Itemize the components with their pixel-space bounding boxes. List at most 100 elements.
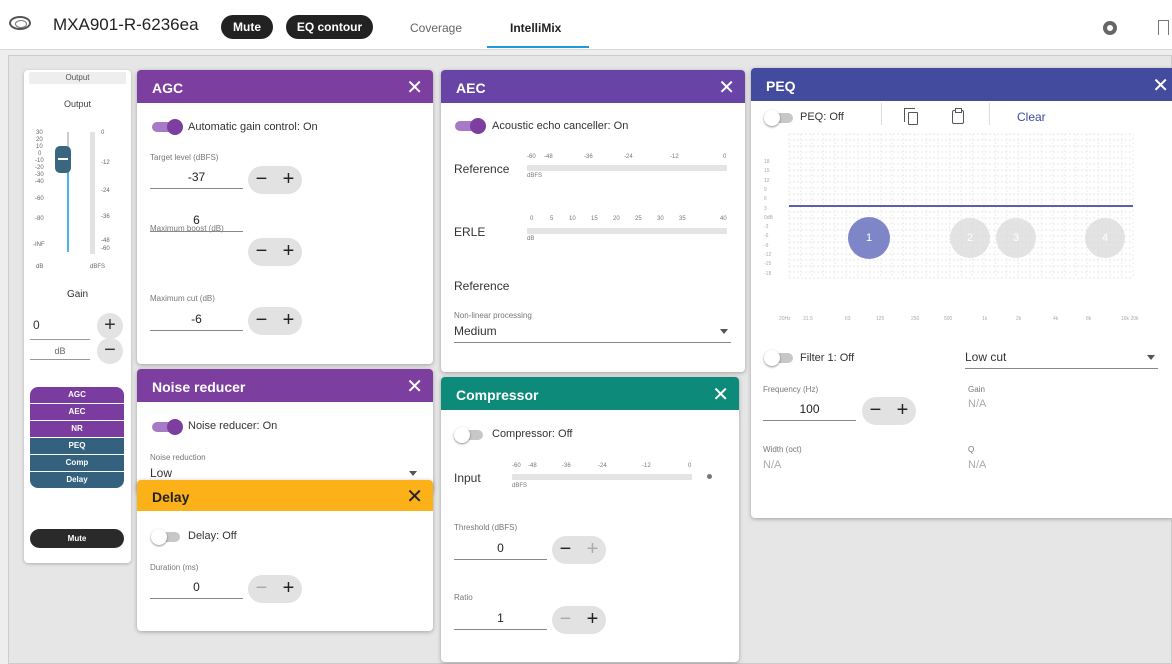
toolbar-divider xyxy=(989,103,990,125)
decrease-button[interactable]: − xyxy=(248,575,275,602)
filter-toggle[interactable] xyxy=(764,350,795,366)
tick-label: 5 xyxy=(550,216,554,222)
increase-button[interactable]: + xyxy=(275,307,302,334)
filter-node-2[interactable]: 2 xyxy=(950,218,990,258)
close-icon[interactable]: ✕ xyxy=(406,374,423,399)
block-delay[interactable]: Delay xyxy=(30,472,124,488)
increase-button[interactable]: + xyxy=(275,238,302,265)
fader-scale-label: -60 xyxy=(35,196,44,202)
decrease-button[interactable]: − xyxy=(248,307,275,334)
paste-icon[interactable] xyxy=(952,108,964,124)
max-cut-stepper: − + xyxy=(248,307,302,335)
tab-intellimix[interactable]: IntelliMix xyxy=(510,21,561,35)
gain-value: N/A xyxy=(968,398,987,410)
block-agc[interactable]: AGC xyxy=(30,387,124,403)
agc-toggle[interactable] xyxy=(152,119,183,135)
decrease-button[interactable]: − xyxy=(862,397,889,424)
top-bar: MXA901-R-6236ea Mute EQ contour Coverage… xyxy=(0,0,1172,50)
block-comp[interactable]: Comp xyxy=(30,455,124,471)
max-cut-input[interactable]: -6 xyxy=(150,309,243,331)
x-tick-label: 8k xyxy=(1086,316,1092,322)
peq-toggle[interactable] xyxy=(764,110,795,126)
meter-scale-label: -12 xyxy=(101,160,110,166)
nr-toggle[interactable] xyxy=(152,419,183,435)
delay-toggle[interactable] xyxy=(151,529,182,545)
gain-input[interactable]: 0 xyxy=(30,318,90,340)
gain-increase-button[interactable]: + xyxy=(97,313,123,339)
increase-button[interactable]: + xyxy=(275,575,302,602)
ratio-input[interactable]: 1 xyxy=(454,608,547,630)
increase-button[interactable]: + xyxy=(579,536,606,563)
x-tick-label: 20Hz xyxy=(779,316,791,322)
mute-button[interactable]: Mute xyxy=(221,15,273,39)
frequency-input[interactable]: 100 xyxy=(763,399,856,421)
toolbar-divider xyxy=(881,103,882,125)
nlp-label: Non-linear processing xyxy=(454,311,532,320)
peq-frequency-graph[interactable] xyxy=(763,128,1141,288)
fader-scale-label: -20 xyxy=(35,165,44,171)
chevron-down-icon xyxy=(409,471,417,476)
width-label: Width (oct) xyxy=(763,445,802,454)
target-level-input[interactable]: -37 xyxy=(150,167,243,189)
filter-node-1[interactable]: 1 xyxy=(848,217,890,259)
chevron-down-icon xyxy=(720,329,728,334)
decrease-button[interactable]: − xyxy=(248,238,275,265)
tick-label: -12 xyxy=(670,154,679,160)
x-tick-label: 500 xyxy=(944,316,953,322)
clear-button[interactable]: Clear xyxy=(1017,110,1046,124)
block-aec[interactable]: AEC xyxy=(30,404,124,420)
aec-title: AEC xyxy=(456,80,486,96)
aec-panel: AEC ✕ Acoustic echo canceller: On Refere… xyxy=(441,70,745,372)
input-meter-label: Input xyxy=(454,471,481,485)
filter-type-select[interactable]: Low cut xyxy=(965,347,1158,369)
threshold-input[interactable]: 0 xyxy=(454,538,547,560)
filter-toggle-label: Filter 1: Off xyxy=(800,352,855,364)
increase-button[interactable]: + xyxy=(889,397,916,424)
compressor-toggle[interactable] xyxy=(454,427,485,443)
close-icon[interactable]: ✕ xyxy=(1152,73,1169,98)
close-icon[interactable]: ✕ xyxy=(712,382,729,407)
ratio-stepper: − + xyxy=(552,606,606,634)
fader-scale-label: 30 xyxy=(36,130,43,136)
tick-label: -48 xyxy=(528,463,537,469)
bookmark-icon[interactable] xyxy=(1158,20,1169,35)
decrease-button[interactable]: − xyxy=(248,166,275,193)
x-tick-label: 4k xyxy=(1053,316,1059,322)
filter-node-3[interactable]: 3 xyxy=(996,218,1036,258)
gain-label: Gain xyxy=(968,385,985,394)
gain-decrease-button[interactable]: − xyxy=(97,338,123,364)
block-peq[interactable]: PEQ xyxy=(30,438,124,454)
filter-type-value: Low cut xyxy=(965,350,1007,364)
tab-coverage[interactable]: Coverage xyxy=(410,21,462,35)
gear-icon[interactable] xyxy=(1103,21,1117,35)
copy-icon[interactable] xyxy=(904,108,918,125)
increase-button[interactable]: + xyxy=(579,606,606,633)
close-icon[interactable]: ✕ xyxy=(406,484,423,509)
delay-title: Delay xyxy=(152,489,190,505)
block-nr[interactable]: NR xyxy=(30,421,124,437)
fader-scale-label: -30 xyxy=(35,172,44,178)
y-tick-label: 18 xyxy=(764,159,770,165)
decrease-button[interactable]: − xyxy=(552,536,579,563)
output-mute-button[interactable]: Mute xyxy=(30,529,124,548)
decrease-button[interactable]: − xyxy=(552,606,579,633)
y-tick-label: 3 xyxy=(764,205,767,212)
eq-contour-button[interactable]: EQ contour xyxy=(286,15,373,39)
duration-input[interactable]: 0 xyxy=(150,577,243,599)
agc-toggle-label: Automatic gain control: On xyxy=(188,121,318,133)
noise-reduction-value: Low xyxy=(150,466,173,480)
increase-button[interactable]: + xyxy=(275,166,302,193)
close-icon[interactable]: ✕ xyxy=(718,75,735,100)
nr-title: Noise reducer xyxy=(152,379,246,395)
max-boost-input[interactable]: 6 xyxy=(150,210,243,232)
tick-label: 40 xyxy=(720,216,727,222)
tick-label: 0 xyxy=(723,154,727,160)
filter-node-4[interactable]: 4 xyxy=(1085,218,1125,258)
nlp-select[interactable]: Medium xyxy=(454,321,731,343)
close-icon[interactable]: ✕ xyxy=(406,75,423,100)
peq-toggle-label: PEQ: Off xyxy=(800,111,844,123)
aec-toggle[interactable] xyxy=(455,118,486,134)
gain-fader-handle[interactable] xyxy=(55,146,71,173)
compressor-toggle-label: Compressor: Off xyxy=(492,428,573,440)
meter-scale-label: -48 xyxy=(101,238,110,244)
